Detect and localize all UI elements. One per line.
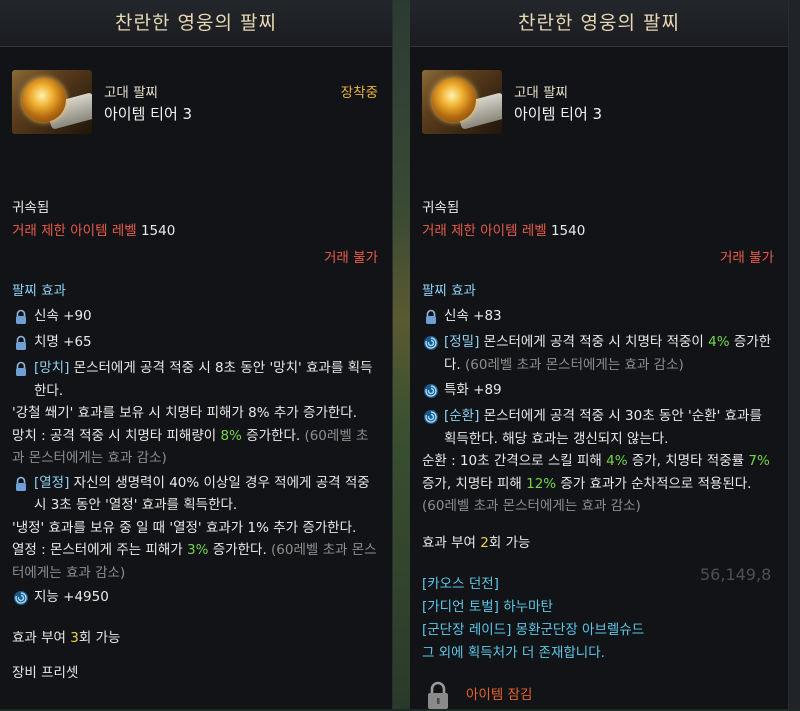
item-thumbnail bbox=[12, 70, 92, 134]
lock-icon bbox=[16, 361, 26, 376]
effect-text: 몬스터에게 공격 적중 시 30초 동안 '순환' 효과를 획득한다. 해당 효… bbox=[444, 408, 762, 447]
effect-detail: 망치 : 공격 적중 시 치명타 피해량이 8% 증가한다. (60레벨 초과 … bbox=[12, 425, 378, 470]
item-summary: 고대 팔찌 아이템 티어 3 bbox=[422, 57, 774, 147]
item-lock-label: 아이템 잠김 bbox=[466, 686, 533, 703]
effect-tag: [순환] bbox=[444, 408, 480, 424]
untradable-label: 거래 불가 bbox=[720, 250, 774, 266]
effect-detail: 열정 : 몬스터에게 주는 피해가 3% 증가한다. (60레벨 초과 몬스터에… bbox=[12, 539, 378, 584]
effect-value: 4% bbox=[708, 334, 730, 350]
effect-text: 특화 +89 bbox=[444, 382, 502, 398]
equipment-preset: 장비 프리셋 bbox=[12, 665, 79, 681]
effect-note: (60레벨 초과 몬스터에게는 효과 감소) bbox=[465, 356, 684, 373]
effect-special: [망치] 몬스터에게 공격 적중 시 8초 동안 '망치' 효과를 획득한다. bbox=[12, 357, 378, 402]
enchant-text: 효과 부여 bbox=[422, 534, 481, 551]
detail-text: 순환 : 10초 간격으로 스킬 피해 bbox=[422, 453, 607, 469]
item-name: 찬란한 영웅의 팔찌 bbox=[0, 0, 392, 47]
item-tier: 아이템 티어 3 bbox=[514, 105, 603, 123]
detail-value: 3% bbox=[187, 542, 209, 558]
effect-text: '냉정' 효과를 보유 중 일 때 '열정' 효과가 1% 추가 증가한다. bbox=[12, 519, 357, 536]
effect-text: '강철 쐐기' 효과를 보유 시 치명타 피해가 8% 추가 증가한다. bbox=[12, 405, 357, 421]
source-link-raid[interactable]: [군단장 레이드] 몽환군단장 아브렐슈드 bbox=[422, 619, 774, 642]
untradable-label: 거래 불가 bbox=[324, 250, 378, 266]
equipped-badge: 장착중 bbox=[340, 85, 378, 101]
trade-level: 거래 제한 아이템 레벨 1540 bbox=[12, 220, 378, 243]
item-grade: 고대 팔찌 bbox=[104, 85, 158, 101]
enchant-text: 회 가능 bbox=[78, 630, 121, 646]
detail-note: (60레벨 초과 몬스터에게는 효과 감소) bbox=[422, 498, 641, 514]
enchant-count: 효과 부여 3회 가능 bbox=[12, 627, 378, 650]
enchant-number: 3 bbox=[70, 630, 79, 646]
effect-tag: [망치] bbox=[34, 360, 70, 376]
trade-level-label: 거래 제한 아이템 레벨 bbox=[422, 223, 547, 239]
swirl-icon bbox=[14, 591, 28, 605]
item-name: 찬란한 영웅의 팔찌 bbox=[410, 0, 788, 47]
detail-text: 망치 : 공격 적중 시 치명타 피해량이 bbox=[12, 427, 221, 444]
effect-text: 신속 +90 bbox=[34, 308, 92, 324]
detail-text: 증가한다. bbox=[241, 427, 305, 444]
effect-text: 자신의 생명력이 40% 이상일 경우 적에게 공격 적중 시 3초 동안 '열… bbox=[34, 474, 370, 514]
effect-tag: [열정] bbox=[34, 474, 70, 491]
detail-value: 12% bbox=[526, 475, 557, 492]
effect-text: 몬스터에게 공격 적중 시 치명타 적중이 bbox=[479, 334, 709, 350]
lock-icon bbox=[426, 309, 436, 324]
effect-text: 몬스터에게 공격 적중 시 8초 동안 '망치' 효과를 획득한다. bbox=[34, 360, 373, 399]
detail-text: 증가 효과가 순차적으로 적용된다. bbox=[556, 475, 752, 492]
bound-status: 귀속됨 bbox=[422, 200, 460, 216]
source-link-guardian[interactable]: [가디언 토벌] 하누마탄 bbox=[422, 596, 774, 619]
effect-detail: 순환 : 10초 간격으로 스킬 피해 4% 증가, 치명타 적중률 7% 증가… bbox=[422, 450, 774, 518]
padlock-icon bbox=[428, 681, 448, 709]
effect-stat: 지능 +4950 bbox=[12, 586, 378, 609]
background-strip bbox=[392, 0, 410, 709]
effect-tag: [정밀] bbox=[444, 334, 480, 350]
enchant-number: 2 bbox=[480, 534, 489, 551]
item-tooltip-compare: 찬란한 영웅의 팔찌 고대 팔찌 아이템 티어 3 귀속됨 거래 제한 아이템 … bbox=[410, 0, 789, 709]
item-tier: 아이템 티어 3 bbox=[104, 105, 193, 123]
source-more-text: 그 외에 획득처가 더 존재합니다. bbox=[422, 644, 605, 661]
detail-text: 증가, 치명타 피해 bbox=[422, 475, 527, 492]
effects-title: 팔찌 효과 bbox=[12, 283, 66, 299]
swirl-icon bbox=[424, 410, 438, 424]
detail-value: 8% bbox=[220, 427, 242, 444]
trade-level-label: 거래 제한 아이템 레벨 bbox=[12, 223, 137, 239]
detail-text: 증가한다. bbox=[208, 542, 272, 558]
background-edge bbox=[788, 0, 800, 709]
effect-text: 치명 +65 bbox=[34, 334, 92, 350]
detail-text: 증가, 치명타 적중률 bbox=[627, 453, 749, 469]
detail-value: 7% bbox=[748, 453, 770, 469]
lock-icon bbox=[16, 335, 26, 350]
effects-title: 팔찌 효과 bbox=[422, 283, 476, 299]
item-thumbnail bbox=[422, 70, 502, 134]
effect-stat: 신속 +83 bbox=[422, 305, 774, 328]
item-grade: 고대 팔찌 bbox=[514, 85, 568, 101]
effect-stat: 치명 +65 bbox=[12, 331, 378, 354]
swirl-icon bbox=[424, 336, 438, 350]
trade-level: 거래 제한 아이템 레벨 1540 bbox=[422, 220, 774, 243]
trade-level-value: 1540 bbox=[140, 223, 176, 239]
background-value: 56,149,8 bbox=[700, 565, 772, 584]
detail-value: 4% bbox=[606, 453, 628, 469]
enchant-count: 효과 부여 2회 가능 bbox=[422, 532, 774, 555]
lock-icon bbox=[16, 476, 26, 491]
effect-special: [정밀] 몬스터에게 공격 적중 시 치명타 적중이 4% 증가한다. (60레… bbox=[422, 331, 774, 376]
trade-level-value: 1540 bbox=[550, 223, 586, 239]
lock-icon bbox=[16, 309, 26, 324]
item-lock-status: 아이템 잠김 bbox=[422, 679, 774, 711]
detail-text: 열정 : 몬스터에게 주는 피해가 bbox=[12, 542, 188, 558]
effect-special: [열정] 자신의 생명력이 40% 이상일 경우 적에게 공격 적중 시 3초 … bbox=[12, 472, 378, 517]
enchant-text: 효과 부여 bbox=[12, 630, 71, 646]
effect-stat: 특화 +89 bbox=[422, 379, 774, 402]
item-summary: 고대 팔찌 아이템 티어 3 장착중 bbox=[12, 57, 378, 147]
bound-status: 귀속됨 bbox=[12, 200, 50, 216]
effect-stat: 신속 +90 bbox=[12, 305, 378, 328]
effect-text: 지능 +4950 bbox=[34, 589, 109, 605]
enchant-text: 회 가능 bbox=[488, 534, 531, 551]
swirl-icon bbox=[424, 384, 438, 398]
effect-text: 신속 +83 bbox=[444, 308, 502, 324]
item-tooltip-equipped: 찬란한 영웅의 팔찌 고대 팔찌 아이템 티어 3 장착중 귀속됨 거래 제한 … bbox=[0, 0, 393, 709]
effect-special: [순환] 몬스터에게 공격 적중 시 30초 동안 '순환' 효과를 획득한다.… bbox=[422, 405, 774, 450]
